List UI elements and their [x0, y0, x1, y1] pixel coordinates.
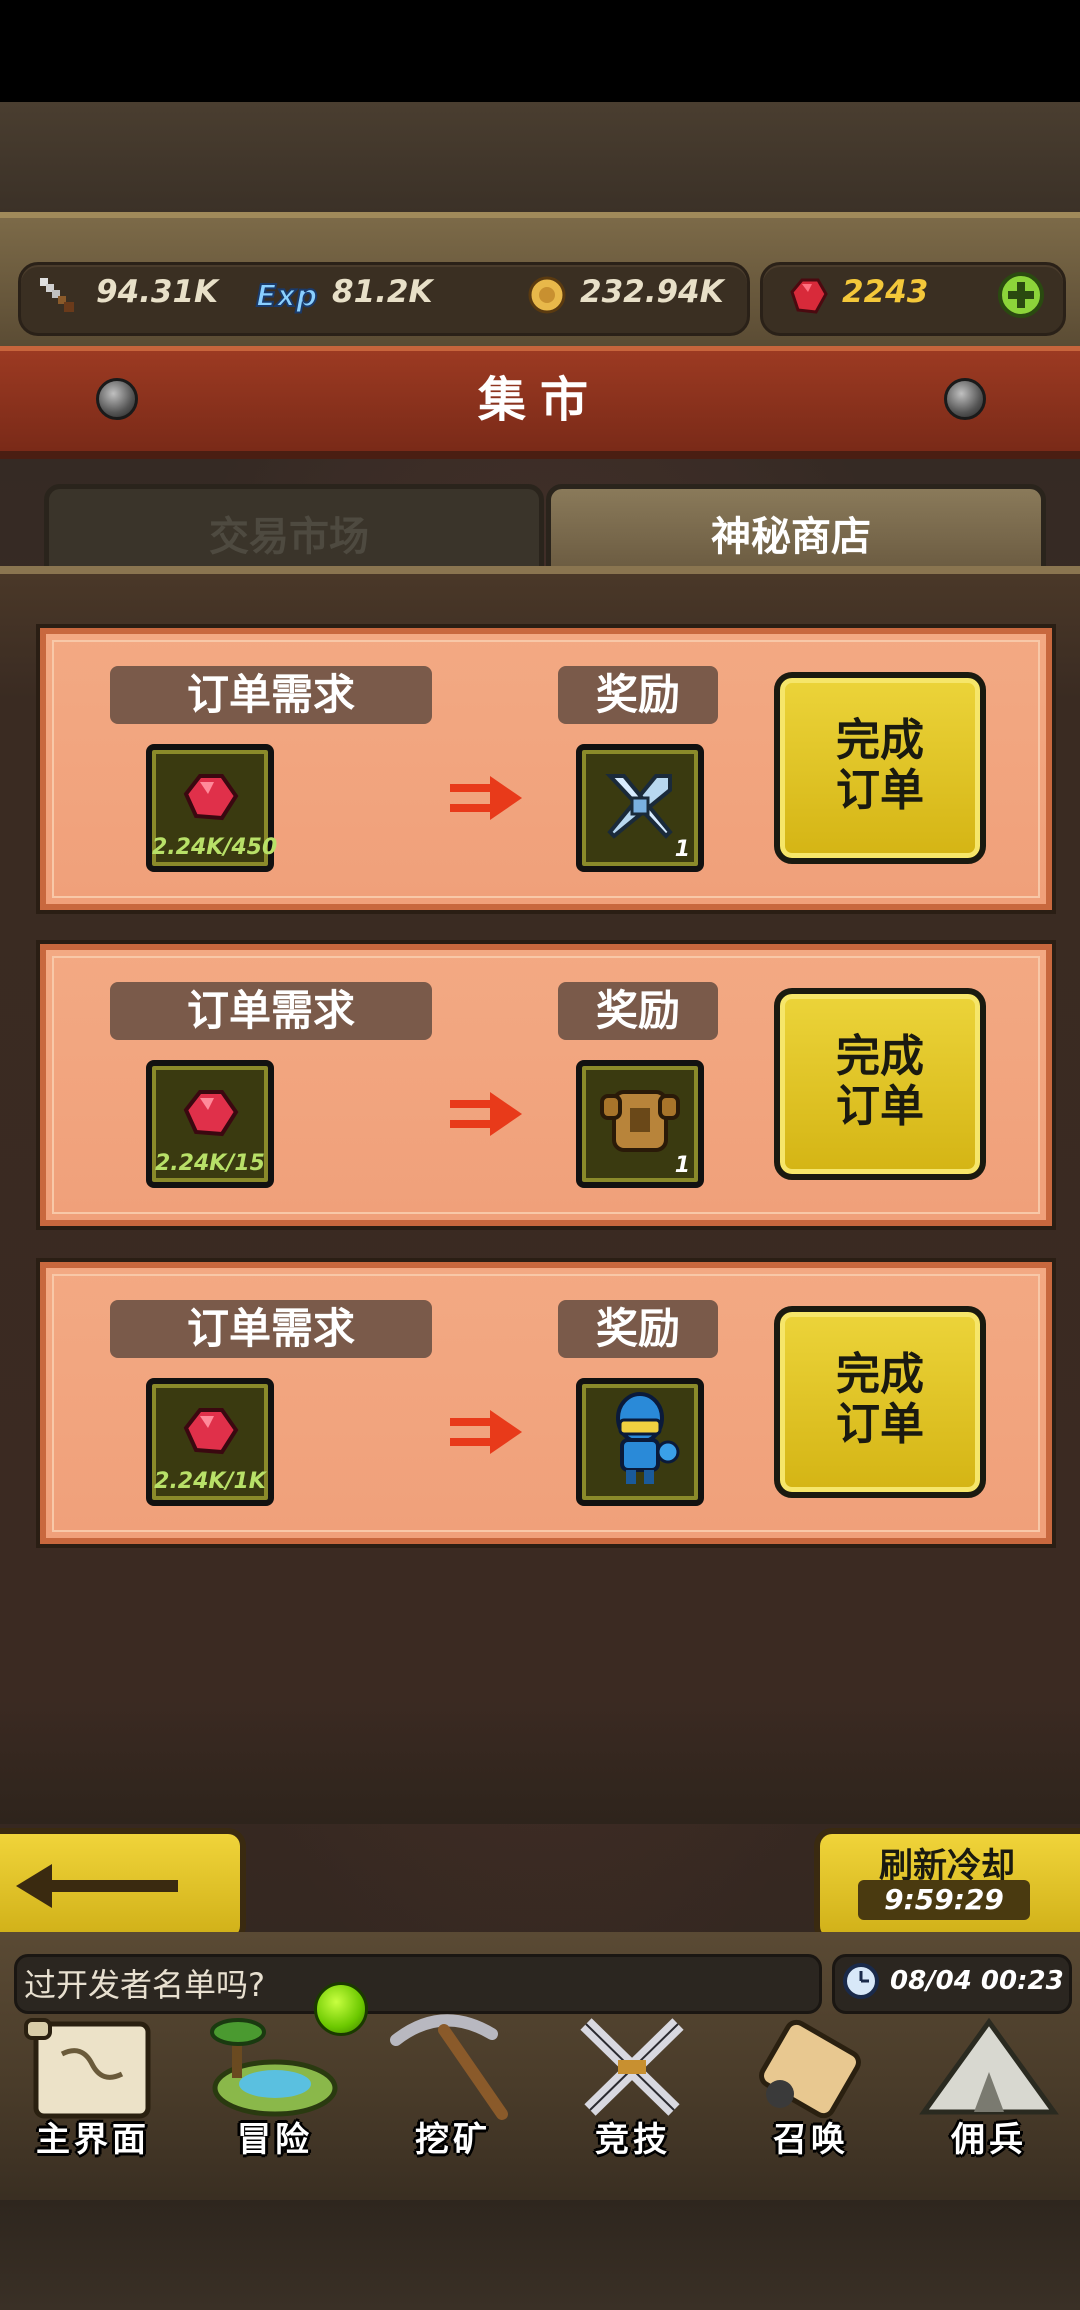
complete-order-label: 完成 订单 [836, 715, 924, 816]
demand-item-slot[interactable]: 2.24K/450 [146, 744, 278, 872]
gold-value: 232.94K [580, 274, 724, 310]
nav-summon-label: 召唤 [773, 2120, 849, 2160]
scroll-map-icon [24, 2018, 151, 2119]
notification-dot [314, 1982, 368, 2036]
map-floor [0, 2200, 1080, 2310]
complete-order-label: 完成 订单 [836, 1349, 924, 1450]
ruby-gem-icon [183, 1090, 239, 1137]
pickaxe-icon [390, 2014, 508, 2120]
gems-value: 2243 [842, 274, 929, 310]
tent-icon [919, 2017, 1059, 2115]
attack-value: 94.31K [96, 274, 219, 310]
nav-arena[interactable]: 竞技 [548, 2010, 718, 2180]
nav-mercenary[interactable]: 佣兵 [904, 2010, 1074, 2180]
nav-summon[interactable]: 召唤 [726, 2010, 896, 2180]
clock-icon [843, 1963, 879, 1999]
demand-item-slot[interactable]: 2.24K/1K [146, 1378, 274, 1506]
reward-count: 1 [674, 837, 690, 862]
demand-progress: 2.24K/450 [152, 835, 278, 860]
demand-progress: 2.24K/1K [154, 1469, 266, 1494]
hero-icon [616, 1392, 680, 1484]
nav-adventure[interactable]: 冒险 [190, 2010, 360, 2180]
order-demand-label: 订单需求 [110, 982, 432, 1040]
back-button[interactable] [0, 1828, 246, 1944]
top-frame [0, 102, 1080, 212]
reward-item-slot[interactable]: 1 [576, 1060, 704, 1188]
tab-mystery-shop-label: 神秘商店 [711, 514, 871, 560]
reward-item-slot[interactable] [576, 1378, 704, 1506]
complete-order-button[interactable]: 完成 订单 [774, 988, 986, 1180]
arrow-left-icon [16, 1864, 178, 1908]
order-reward-label: 奖励 [558, 982, 718, 1040]
nav-main-label: 主界面 [36, 2120, 150, 2160]
arrow-right-icon [450, 1092, 522, 1136]
crossed-swords-icon [580, 2018, 684, 2116]
svg-text:Exp: Exp [256, 279, 317, 314]
sword-icon [605, 774, 673, 839]
order-card: 订单需求 奖励 2.24K/450 1 完成 订单 [40, 628, 1052, 910]
nav-arena-label: 竞技 [595, 2120, 671, 2160]
complete-order-button[interactable]: 完成 订单 [774, 1306, 986, 1498]
nav-mercenary-label: 佣兵 [951, 2120, 1027, 2160]
tab-trade-market-label: 交易市场 [209, 514, 369, 560]
reward-count: 1 [674, 1153, 690, 1178]
chat-message: 过开发者名单吗? [24, 1966, 265, 2004]
nav-adventure-label: 冒险 [237, 2120, 313, 2160]
sword-icon [40, 278, 74, 312]
complete-order-label: 完成 订单 [836, 1031, 924, 1132]
exp-icon: Exp [255, 278, 318, 315]
add-gems-plus-icon[interactable] [996, 270, 1046, 320]
demand-item-slot[interactable]: 2.24K/15 [146, 1060, 274, 1188]
refresh-cooldown-timer: 9:59:29 [858, 1880, 1030, 1920]
page-title: 集市 [477, 372, 602, 428]
armor-icon [600, 1090, 680, 1152]
order-demand-label: 订单需求 [110, 666, 432, 724]
demand-progress: 2.24K/15 [155, 1151, 265, 1176]
nav-mining-label: 挖矿 [415, 2120, 491, 2160]
ruby-gem-icon [790, 278, 828, 314]
order-reward-label: 奖励 [558, 666, 718, 724]
ruby-gem-icon [183, 1408, 239, 1455]
complete-order-button[interactable]: 完成 订单 [774, 672, 986, 864]
clock-text: 08/04 00:23 [890, 1966, 1064, 1996]
summon-scroll-icon [759, 2019, 861, 2119]
gold-coin-icon [528, 276, 566, 314]
order-demand-label: 订单需求 [110, 1300, 432, 1358]
order-reward-label: 奖励 [558, 1300, 718, 1358]
nav-main[interactable]: 主界面 [8, 2010, 178, 2180]
nav-mining[interactable]: 挖矿 [368, 2010, 538, 2180]
ruby-gem-icon [183, 774, 239, 821]
arrow-right-icon [450, 1410, 522, 1454]
exp-value: 81.2K [332, 274, 433, 310]
order-card: 订单需求 奖励 2.24K/1K 完成 订单 [40, 1262, 1052, 1544]
order-card: 订单需求 奖励 2.24K/15 1 完成 订单 [40, 944, 1052, 1226]
arrow-right-icon [450, 776, 522, 820]
reward-item-slot[interactable]: 1 [576, 744, 704, 872]
